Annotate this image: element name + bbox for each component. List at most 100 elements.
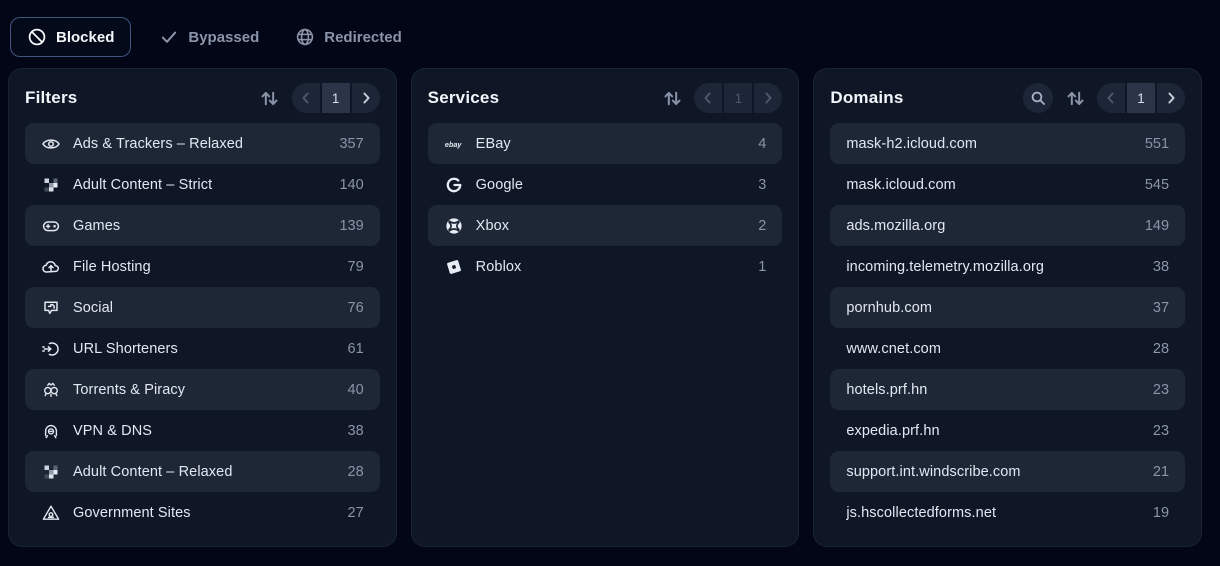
- service-label: EBay: [476, 136, 747, 152]
- chevron-left-icon: [1103, 90, 1119, 106]
- sort-button[interactable]: [660, 83, 684, 113]
- sort-icon: [662, 88, 683, 109]
- tab-label: Bypassed: [188, 29, 259, 46]
- chevron-right-icon: [1163, 90, 1179, 106]
- service-row[interactable]: Google 3: [428, 164, 783, 205]
- domain-count: 551: [1145, 136, 1169, 152]
- filter-label: File Hosting: [73, 259, 336, 275]
- panel-title: Domains: [830, 88, 903, 108]
- domain-count: 21: [1153, 464, 1169, 480]
- filter-row[interactable]: Adult Content – Relaxed 28: [25, 451, 380, 492]
- service-count: 2: [758, 218, 766, 234]
- domain-count: 28: [1153, 341, 1169, 357]
- roblox-icon: [444, 257, 464, 277]
- filter-label: Adult Content – Relaxed: [73, 464, 336, 480]
- filter-row[interactable]: Adult Content – Strict 140: [25, 164, 380, 205]
- domain-row[interactable]: hotels.prf.hn 23: [830, 369, 1185, 410]
- filters-list: Ads & Trackers – Relaxed 357 Adult Conte…: [25, 123, 380, 533]
- domain-label: www.cnet.com: [846, 341, 1141, 357]
- pixelate-icon: [41, 462, 61, 482]
- domain-label: ads.mozilla.org: [846, 218, 1132, 234]
- domain-count: 545: [1145, 177, 1169, 193]
- filter-row[interactable]: File Hosting 79: [25, 246, 380, 287]
- service-row[interactable]: Roblox 1: [428, 246, 783, 287]
- domain-row[interactable]: mask.icloud.com 545: [830, 164, 1185, 205]
- next-page-button[interactable]: [352, 83, 380, 113]
- prev-page-button[interactable]: [292, 83, 320, 113]
- eye-icon: [41, 134, 61, 154]
- pagination: 1: [694, 83, 782, 113]
- search-icon: [1030, 90, 1046, 106]
- filter-row[interactable]: Ads & Trackers – Relaxed 357: [25, 123, 380, 164]
- ebay-icon: ebay: [444, 134, 464, 154]
- domain-row[interactable]: ads.mozilla.org 149: [830, 205, 1185, 246]
- tab-redirected[interactable]: Redirected: [287, 18, 410, 56]
- pagination: 1: [1097, 83, 1185, 113]
- filter-label: Ads & Trackers – Relaxed: [73, 136, 327, 152]
- domain-label: incoming.telemetry.mozilla.org: [846, 259, 1141, 275]
- filter-count: 140: [339, 177, 363, 193]
- filter-row[interactable]: VPN & DNS 38: [25, 410, 380, 451]
- domain-count: 23: [1153, 382, 1169, 398]
- sort-button[interactable]: [1063, 83, 1087, 113]
- prev-page-button[interactable]: [694, 83, 722, 113]
- filter-count: 79: [348, 259, 364, 275]
- search-button[interactable]: [1023, 83, 1053, 113]
- panel-title: Services: [428, 88, 500, 108]
- service-label: Xbox: [476, 218, 747, 234]
- domain-label: mask-h2.icloud.com: [846, 136, 1132, 152]
- domain-row[interactable]: mask-h2.icloud.com 551: [830, 123, 1185, 164]
- spy-badge-icon: [41, 421, 61, 441]
- page-number: 1: [1127, 83, 1155, 113]
- filter-row[interactable]: Social 76: [25, 287, 380, 328]
- domain-count: 149: [1145, 218, 1169, 234]
- services-controls: 1: [660, 83, 782, 113]
- sort-icon: [1065, 88, 1086, 109]
- xbox-icon: [444, 216, 464, 236]
- tab-blocked[interactable]: Blocked: [10, 17, 131, 57]
- dashboard-panels: Filters 1: [0, 68, 1220, 547]
- services-list: ebay EBay 4 Google 3 Xbox 2: [428, 123, 783, 287]
- no-sign-icon: [27, 27, 47, 47]
- google-icon: [444, 175, 464, 195]
- domain-row[interactable]: pornhub.com 37: [830, 287, 1185, 328]
- domains-controls: 1: [1023, 83, 1185, 113]
- next-page-button[interactable]: [754, 83, 782, 113]
- domain-row[interactable]: js.hscollectedforms.net 19: [830, 492, 1185, 533]
- service-label: Roblox: [476, 259, 747, 275]
- filter-count: 40: [348, 382, 364, 398]
- filter-label: VPN & DNS: [73, 423, 336, 439]
- filter-row[interactable]: URL Shorteners 61: [25, 328, 380, 369]
- filter-count: 38: [348, 423, 364, 439]
- status-tab-bar: Blocked Bypassed Redirected: [0, 0, 1220, 68]
- service-count: 3: [758, 177, 766, 193]
- chevron-left-icon: [298, 90, 314, 106]
- next-page-button[interactable]: [1157, 83, 1185, 113]
- service-row[interactable]: ebay EBay 4: [428, 123, 783, 164]
- tab-bypassed[interactable]: Bypassed: [151, 18, 267, 56]
- domain-row[interactable]: expedia.prf.hn 23: [830, 410, 1185, 451]
- filter-count: 61: [348, 341, 364, 357]
- service-row[interactable]: Xbox 2: [428, 205, 783, 246]
- filter-label: Social: [73, 300, 336, 316]
- prev-page-button[interactable]: [1097, 83, 1125, 113]
- filter-row[interactable]: Games 139: [25, 205, 380, 246]
- sort-button[interactable]: [258, 83, 282, 113]
- filter-label: URL Shorteners: [73, 341, 336, 357]
- filter-count: 76: [348, 300, 364, 316]
- filter-count: 27: [348, 505, 364, 521]
- filters-panel: Filters 1: [8, 68, 397, 547]
- filter-count: 357: [339, 136, 363, 152]
- url-shortener-icon: [41, 339, 61, 359]
- page-number: 1: [322, 83, 350, 113]
- domain-count: 37: [1153, 300, 1169, 316]
- domain-label: js.hscollectedforms.net: [846, 505, 1141, 521]
- domains-header: Domains 1: [830, 82, 1185, 114]
- cloud-upload-icon: [41, 257, 61, 277]
- chevron-left-icon: [700, 90, 716, 106]
- domain-row[interactable]: www.cnet.com 28: [830, 328, 1185, 369]
- filter-row[interactable]: Government Sites 27: [25, 492, 380, 533]
- filter-row[interactable]: Torrents & Piracy 40: [25, 369, 380, 410]
- domain-row[interactable]: support.int.windscribe.com 21: [830, 451, 1185, 492]
- domain-row[interactable]: incoming.telemetry.mozilla.org 38: [830, 246, 1185, 287]
